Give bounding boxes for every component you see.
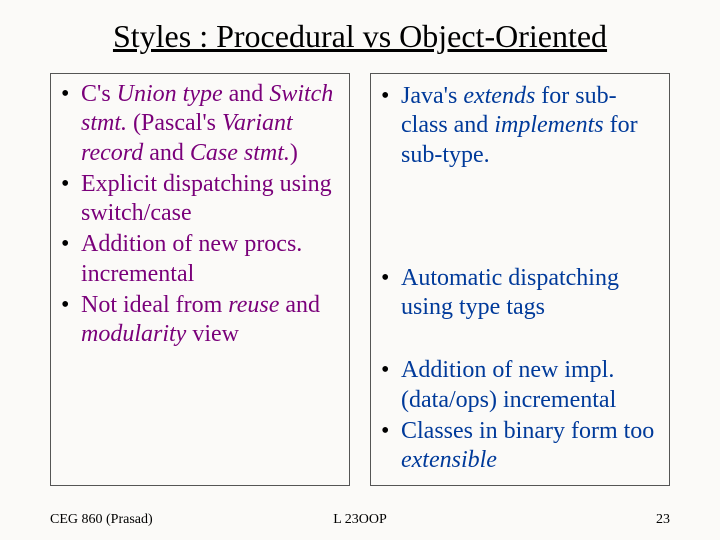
right-bullet-1: Java's extends for sub-class and impleme… [381, 82, 659, 170]
left-bullet-4: Not ideal from reuse and modularity view [61, 291, 339, 350]
right-bullet-2: Automatic dispatching using type tags [381, 264, 659, 323]
left-bullet-1: C's Union type and Switch stmt. (Pascal'… [61, 80, 339, 168]
left-bullet-3: Addition of new procs. incremental [61, 230, 339, 289]
columns: C's Union type and Switch stmt. (Pascal'… [50, 73, 670, 486]
right-list: Java's extends for sub-class and impleme… [381, 80, 659, 475]
right-bullet-3: Addition of new impl. (data/ops) increme… [381, 356, 659, 415]
left-bullet-2: Explicit dispatching using switch/case [61, 170, 339, 229]
right-column: Java's extends for sub-class and impleme… [370, 73, 670, 486]
left-list: C's Union type and Switch stmt. (Pascal'… [61, 80, 339, 349]
footer-center: L 23OOP [50, 512, 670, 528]
slide-title: Styles : Procedural vs Object-Oriented [50, 18, 670, 55]
slide: Styles : Procedural vs Object-Oriented C… [0, 0, 720, 540]
left-column: C's Union type and Switch stmt. (Pascal'… [50, 73, 350, 486]
right-bullet-4: Classes in binary form too extensible [381, 417, 659, 476]
footer: CEG 860 (Prasad) L 23OOP 23 [50, 512, 670, 528]
